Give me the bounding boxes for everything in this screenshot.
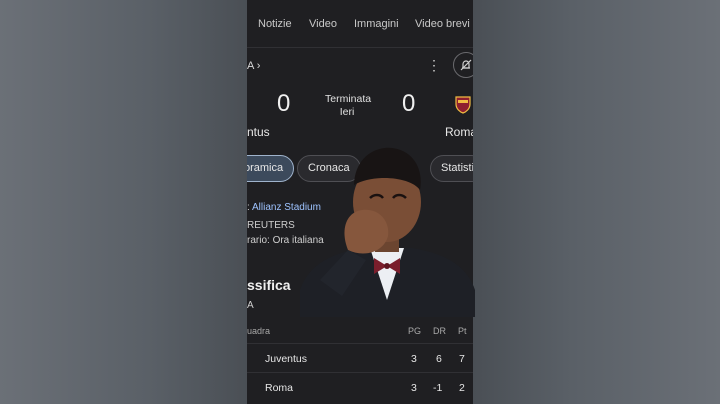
header-dr: DR — [433, 326, 446, 336]
row-pt: 7 — [459, 353, 465, 365]
tab-video-brevi[interactable]: Video brevi — [415, 18, 470, 30]
home-team-name[interactable]: ntus — [247, 125, 270, 139]
row-dr: -1 — [433, 382, 443, 394]
away-team-name[interactable]: Roma — [445, 125, 473, 139]
row-dr: 6 — [436, 353, 442, 365]
row-team: Juventus — [265, 353, 308, 365]
header-pt: Pt — [458, 326, 467, 336]
tab-immagini[interactable]: Immagini — [354, 18, 399, 30]
table-row[interactable]: Roma 3 -1 2 — [247, 372, 473, 400]
table-row[interactable]: Juventus 3 6 7 — [247, 343, 473, 371]
header-pg: PG — [408, 326, 422, 336]
match-status: Terminata Ieri — [325, 93, 372, 119]
background-right — [473, 0, 720, 404]
bell-icon — [460, 59, 472, 71]
row-pg: 3 — [411, 353, 417, 365]
status-line-1: Terminata — [325, 93, 372, 105]
standings-title: ssifica — [247, 277, 291, 293]
standings-header: uadra PG DR Pt — [247, 321, 473, 341]
venue-label: : — [247, 202, 250, 213]
home-score: 0 — [277, 90, 291, 117]
header-team: uadra — [247, 326, 271, 336]
source-label: REUTERS — [247, 220, 295, 231]
chip-panoramica[interactable]: oramica — [247, 155, 295, 182]
tab-video[interactable]: Video — [309, 18, 337, 30]
status-line-2: Ieri — [339, 106, 355, 118]
tab-notizie[interactable]: Notizie — [258, 18, 292, 30]
away-score: 0 — [402, 90, 416, 117]
reaction-person-image — [300, 147, 475, 317]
row-pt: 2 — [459, 382, 465, 394]
notification-button[interactable] — [453, 52, 473, 78]
league-link[interactable]: A › — [247, 60, 260, 72]
background-left — [0, 0, 247, 404]
time-label: rario: — [247, 235, 270, 246]
source-row: REUTERS — [247, 220, 295, 231]
row-team: Roma — [265, 382, 294, 394]
more-options-icon[interactable]: ⋮ — [427, 56, 441, 74]
standings-subtitle: A — [247, 300, 254, 311]
roma-logo-icon — [455, 96, 471, 114]
row-pg: 3 — [411, 382, 417, 394]
search-tabs: Notizie Video Immagini Video brevi — [247, 0, 473, 48]
